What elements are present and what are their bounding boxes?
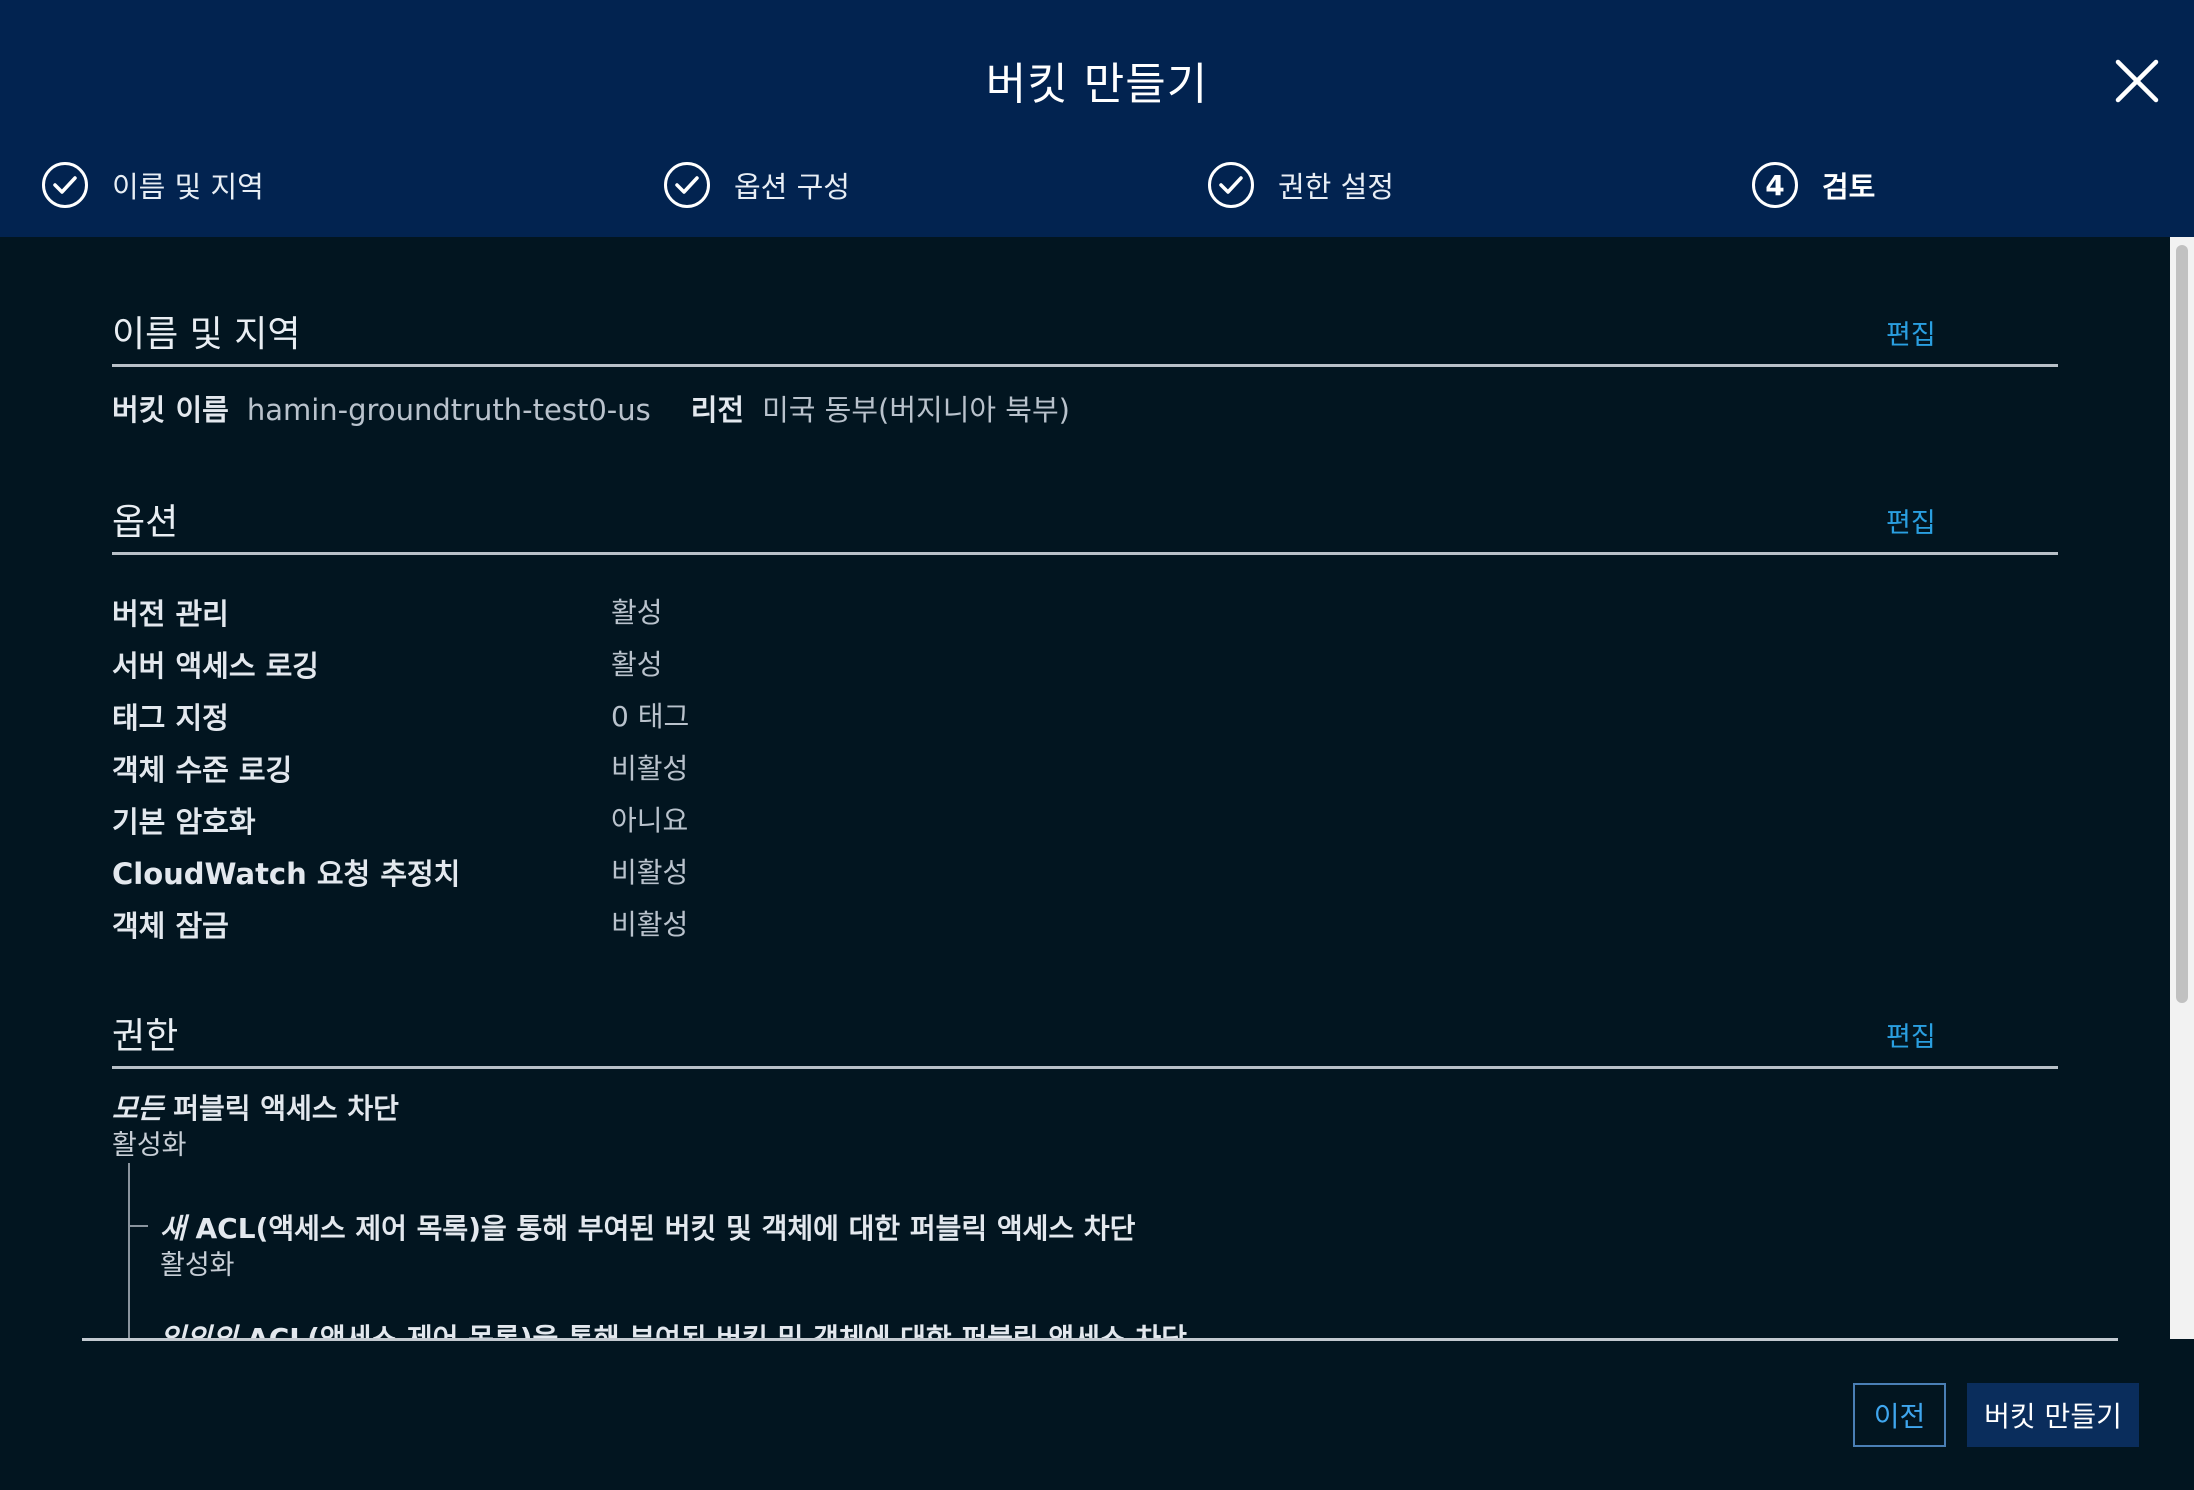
step-number: 4 [1752,162,1798,208]
option-label: 객체 잠금 [112,909,229,943]
step-review[interactable]: 4 검토 [1752,155,1875,215]
emphasis: 새 [160,1212,186,1245]
scrollbar-thumb[interactable] [2176,245,2188,1003]
edit-link-permissions[interactable]: 편집 [1886,1015,1936,1054]
create-bucket-button[interactable]: 버킷 만들기 [1967,1383,2139,1447]
option-value: 비활성 [611,908,689,941]
option-label: 버전 관리 [112,597,229,631]
step-label: 이름 및 지역 [112,170,264,204]
title-text: 퍼블릭 액세스 차단 [163,1092,399,1125]
option-label: 기본 암호화 [112,805,256,839]
region-value: 미국 동부(버지니아 북부) [762,393,1070,427]
bucket-name-value: hamin-groundtruth-test0-us [246,393,651,427]
block-all-public-access-value: 활성화 [112,1130,187,1161]
wizard-steps: 이름 및 지역 옵션 구성 권한 설정 4 검토 [0,155,2194,215]
edit-link-name-region[interactable]: 편집 [1886,313,1936,352]
block-any-acl-title: 임의의 ACL(액세스 제어 목록)을 통해 부여된 버킷 및 객체에 대한 퍼… [160,1317,1187,1339]
option-value: 비활성 [611,856,689,889]
divider [112,364,2058,367]
step-label: 옵션 구성 [734,170,850,204]
option-value: 활성 [611,596,663,629]
option-label: 태그 지정 [112,701,229,735]
previous-button[interactable]: 이전 [1853,1383,1946,1447]
tree-branch [128,1225,148,1227]
region-label: 리전 [690,393,745,427]
name-region-row: 버킷 이름 hamin-groundtruth-test0-us 리전 미국 동… [112,387,1070,429]
divider [112,1066,2058,1069]
step-label: 권한 설정 [1278,170,1394,204]
content-bottom-divider [82,1338,2118,1341]
check-icon [1208,162,1254,208]
section-title-permissions: 권한 [112,1016,179,1057]
block-new-acl-title: 새 ACL(액세스 제어 목록)을 통해 부여된 버킷 및 객체에 대한 퍼블릭… [160,1207,1135,1247]
step-permissions[interactable]: 권한 설정 [1208,155,1394,215]
option-value: 아니요 [611,804,689,837]
edit-link-options[interactable]: 편집 [1886,501,1936,540]
step-label: 검토 [1822,170,1876,204]
close-icon[interactable] [2112,56,2162,106]
dialog-title: 버킷 만들기 [985,59,1209,110]
check-icon [42,162,88,208]
option-value: 활성 [611,648,663,681]
option-label: 서버 액세스 로깅 [112,649,319,683]
bucket-name-label: 버킷 이름 [112,393,229,427]
dialog-header: 버킷 만들기 이름 및 지역 옵션 구성 권한 설정 4 검토 [0,0,2194,237]
emphasis: 임의의 [160,1322,238,1339]
title-text: ACL(액세스 제어 목록)을 통해 부여된 버킷 및 객체에 대한 퍼블릭 액… [185,1212,1136,1245]
block-new-acl-value: 활성화 [160,1250,235,1281]
review-content[interactable]: 이름 및 지역 편집 버킷 이름 hamin-groundtruth-test0… [0,237,2170,1339]
section-title-options: 옵션 [112,502,179,543]
divider [112,552,2058,555]
emphasis: 모든 [112,1092,164,1125]
option-value: 0 태그 [611,700,690,733]
section-title-name-region: 이름 및 지역 [112,314,301,355]
step-options[interactable]: 옵션 구성 [664,155,850,215]
option-value: 비활성 [611,752,689,785]
title-text: ACL(액세스 제어 목록)을 통해 부여된 버킷 및 객체에 대한 퍼블릭 액… [237,1322,1187,1339]
option-label: CloudWatch 요청 추정치 [112,857,461,891]
step-name-region[interactable]: 이름 및 지역 [42,155,264,215]
check-icon [664,162,710,208]
tree-line [128,1163,130,1339]
option-label: 객체 수준 로깅 [112,753,293,787]
block-all-public-access-title: 모든 퍼블릭 액세스 차단 [112,1087,399,1127]
